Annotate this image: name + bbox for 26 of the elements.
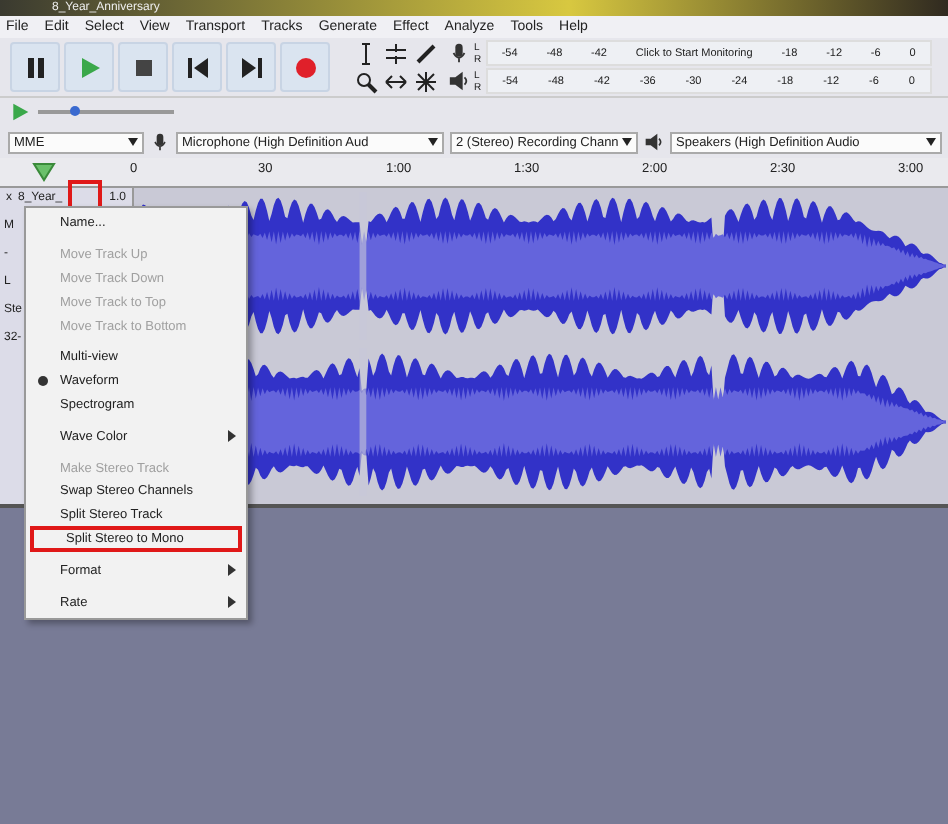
time-shift-icon[interactable] [384, 69, 408, 93]
multi-tool-icon[interactable] [414, 69, 438, 93]
speaker-icon [644, 132, 664, 152]
submenu-arrow-icon [228, 564, 236, 577]
triangle-icon [32, 162, 56, 182]
record-button[interactable] [280, 42, 330, 92]
dropdown-arrow-icon [128, 138, 138, 146]
record-icon [291, 53, 319, 81]
dropdown-arrow-icon [622, 138, 632, 146]
dropdown-arrow-icon [428, 138, 438, 146]
pause-button[interactable] [10, 42, 60, 92]
stop-button[interactable] [118, 42, 168, 92]
zoom-icon[interactable] [354, 69, 378, 93]
envelope-icon[interactable] [384, 41, 408, 65]
pencil-icon[interactable] [414, 41, 438, 65]
microphone-icon [150, 132, 170, 152]
speaker-icon[interactable] [448, 70, 470, 92]
radio-dot-icon [38, 376, 48, 387]
submenu-arrow-icon [228, 430, 236, 443]
submenu-arrow-icon [228, 596, 236, 609]
skip-end-icon [237, 53, 265, 81]
start-button[interactable] [172, 42, 222, 92]
skip-start-icon [183, 53, 211, 81]
dropdown-arrow-icon [926, 138, 936, 146]
end-button[interactable] [226, 42, 276, 92]
microphone-icon[interactable] [448, 42, 470, 64]
